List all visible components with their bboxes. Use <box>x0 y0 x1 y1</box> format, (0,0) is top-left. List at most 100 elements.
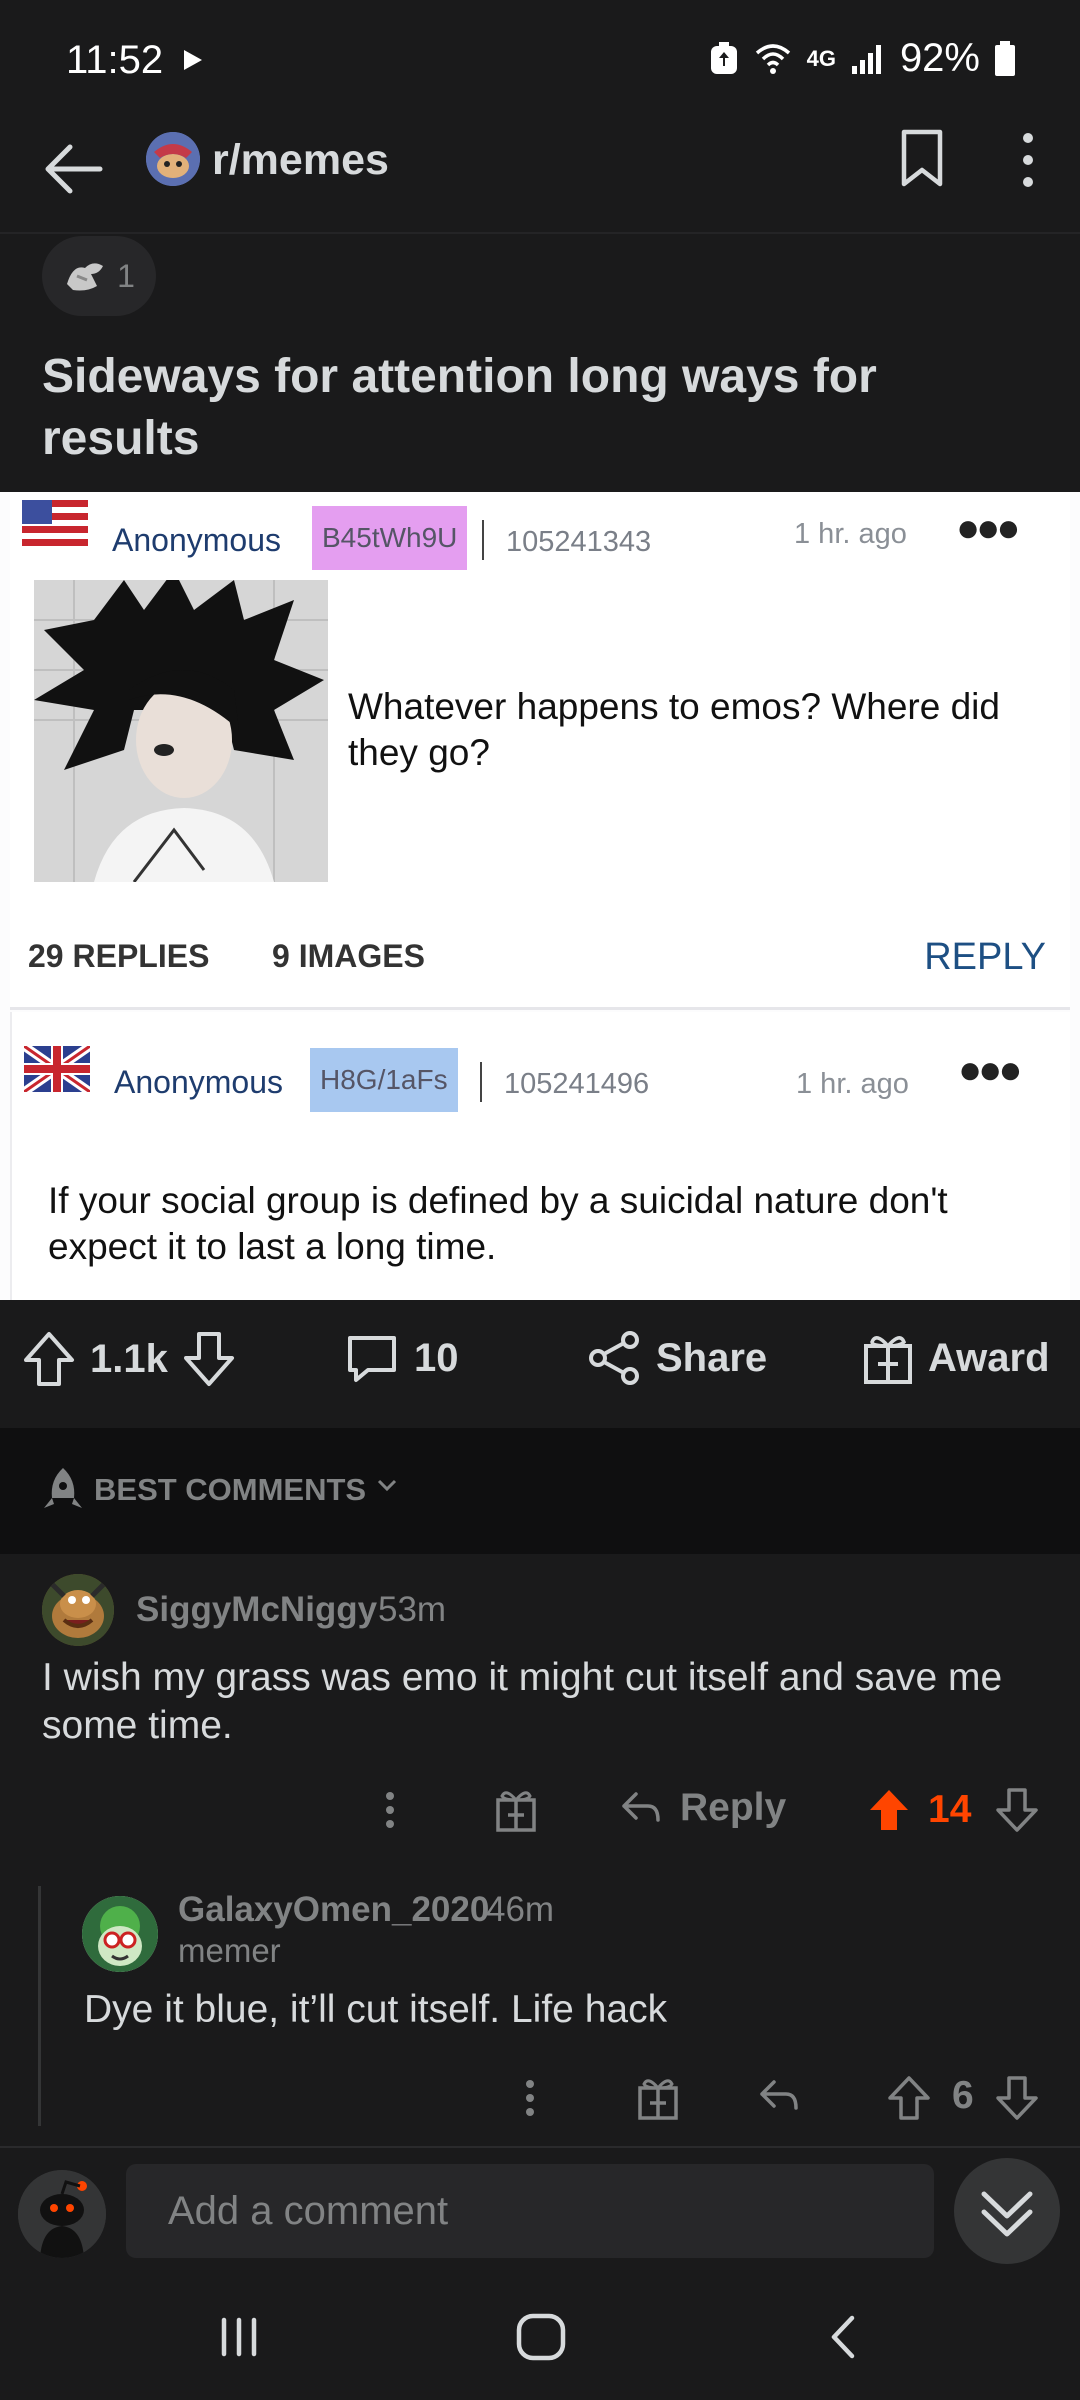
reply-post-number: 105241496 <box>504 1068 650 1100</box>
chevron-left-icon <box>831 2315 855 2359</box>
op-post-number: 105241343 <box>506 526 652 558</box>
status-time: 11:52 <box>66 38 164 82</box>
vertical-dots-icon <box>1023 133 1033 187</box>
replies-count: 29 REPLIES <box>28 938 210 974</box>
user-flair: memer <box>178 1932 281 1969</box>
comment-downvote-button[interactable] <box>994 1786 1040 1834</box>
avatar[interactable] <box>82 1896 158 1972</box>
signal-icon <box>850 42 886 76</box>
op-time: 1 hr. ago <box>794 518 907 550</box>
reply-icon <box>760 2080 798 2110</box>
award-button[interactable]: Award <box>862 1330 1050 1386</box>
play-icon <box>182 48 204 72</box>
thread-line[interactable] <box>38 1886 41 2126</box>
comments-button[interactable]: 10 <box>344 1330 459 1386</box>
status-icons: 4G 92% <box>709 36 1016 81</box>
comment-more-button[interactable] <box>518 2074 542 2122</box>
reply-name: Anonymous <box>114 1064 283 1100</box>
double-chevron-down-icon <box>981 2191 1033 2237</box>
arrow-up-icon <box>888 2076 930 2120</box>
share-label: Share <box>656 1335 768 1380</box>
reply-link[interactable]: REPLY <box>924 936 1046 979</box>
back-button[interactable] <box>40 134 110 204</box>
uk-flag-icon <box>24 1046 90 1092</box>
system-back-button[interactable] <box>824 2312 864 2362</box>
comment-more-button[interactable] <box>378 1786 402 1834</box>
rocket-icon <box>42 1466 84 1512</box>
op-more-icon: ●●● <box>956 506 1021 550</box>
post-action-bar: 1.1k 10 Share Award <box>0 1300 1080 1428</box>
more-options-button[interactable] <box>1010 130 1046 190</box>
comment-username[interactable]: SiggyMcNiggy <box>136 1590 377 1630</box>
comment-username[interactable]: GalaxyOmen_2020 <box>178 1890 489 1930</box>
arrow-left-icon <box>45 144 103 194</box>
battery-saver-icon <box>709 41 739 76</box>
comments-section <box>0 1554 1080 2146</box>
comment-award-button[interactable] <box>636 2074 680 2122</box>
op-thumbnail-image[interactable] <box>34 580 328 882</box>
op-post-card: Anonymous B45tWh9U 105241343 1 hr. ago ●… <box>10 492 1070 1010</box>
comment-reply-button[interactable] <box>758 2074 800 2122</box>
reply-post-card: Anonymous H8G/1aFs 105241496 1 hr. ago ●… <box>10 1012 1070 1300</box>
reply-icon <box>622 1792 660 1822</box>
arrow-down-icon <box>996 2076 1038 2120</box>
jump-to-next-comment-button[interactable] <box>954 2158 1060 2264</box>
post-score: 1.1k <box>90 1336 168 1381</box>
comment-reply-button[interactable]: Reply <box>620 1786 786 1830</box>
comment-body: I wish my grass was emo it might cut its… <box>42 1656 1003 1747</box>
reply-post-text: If your social group is defined by a sui… <box>48 1180 948 1267</box>
comment-input[interactable]: Add a comment <box>126 2164 934 2258</box>
comment-age: 53m <box>378 1590 447 1629</box>
comment-award-button[interactable] <box>494 1786 538 1834</box>
comment-age: 46m <box>486 1890 555 1929</box>
gift-icon <box>496 1791 536 1832</box>
separator <box>482 520 484 560</box>
user-avatar[interactable] <box>18 2170 106 2258</box>
reply-label: Reply <box>680 1786 787 1829</box>
post-awards-pill[interactable]: 1 <box>42 236 156 316</box>
home-icon <box>516 2313 566 2361</box>
vote-group: 1.1k <box>22 1330 236 1388</box>
reply-time: 1 hr. ago <box>796 1068 909 1100</box>
op-post-text: Whatever happens to emos? Where did they… <box>348 686 1000 773</box>
recents-icon <box>221 2317 257 2357</box>
sort-label[interactable]: BEST COMMENTS <box>94 1472 366 1508</box>
reply-poster-id: H8G/1aFs <box>310 1048 458 1112</box>
battery-icon <box>994 40 1016 77</box>
chevron-down-icon <box>376 1478 398 1492</box>
op-name: Anonymous <box>112 522 281 558</box>
award-count: 1 <box>117 257 135 294</box>
gift-icon <box>864 1336 912 1384</box>
comment-upvote-button[interactable] <box>866 1786 912 1834</box>
us-flag-icon <box>22 500 88 546</box>
upvote-button[interactable] <box>22 1330 76 1388</box>
subreddit-name[interactable]: r/memes <box>212 136 389 185</box>
award-label: Award <box>928 1335 1050 1380</box>
bookmark-icon <box>901 129 943 187</box>
bookmark-button[interactable] <box>896 126 948 190</box>
comment-downvote-button[interactable] <box>994 2074 1040 2122</box>
arrow-down-icon <box>996 1788 1038 1832</box>
reply-more-icon: ●●● <box>958 1048 1023 1092</box>
separator <box>480 1062 482 1102</box>
comment-upvote-button[interactable] <box>886 2074 932 2122</box>
wholesome-award-icon <box>63 256 107 296</box>
share-button[interactable]: Share <box>586 1330 767 1386</box>
battery-percent: 92% <box>899 36 980 80</box>
wifi-icon <box>753 41 793 77</box>
avatar[interactable] <box>42 1574 114 1646</box>
comment-body: Dye it blue, it’ll cut itself. Life hack <box>84 1988 668 2031</box>
share-icon <box>589 1331 639 1385</box>
subreddit-avatar[interactable] <box>146 132 200 186</box>
recent-apps-button[interactable] <box>214 2312 264 2362</box>
post-image[interactable]: Anonymous B45tWh9U 105241343 1 hr. ago ●… <box>0 492 1080 1300</box>
downvote-button[interactable] <box>182 1330 236 1388</box>
network-type-label: 4G <box>806 45 836 71</box>
op-poster-id: B45tWh9U <box>312 506 468 570</box>
home-button[interactable] <box>514 2312 568 2362</box>
gift-icon <box>638 2079 678 2120</box>
images-count: 9 IMAGES <box>272 938 425 974</box>
comment-score: 6 <box>952 2074 974 2117</box>
comment-icon <box>348 1336 396 1382</box>
comment-score: 14 <box>928 1788 972 1831</box>
